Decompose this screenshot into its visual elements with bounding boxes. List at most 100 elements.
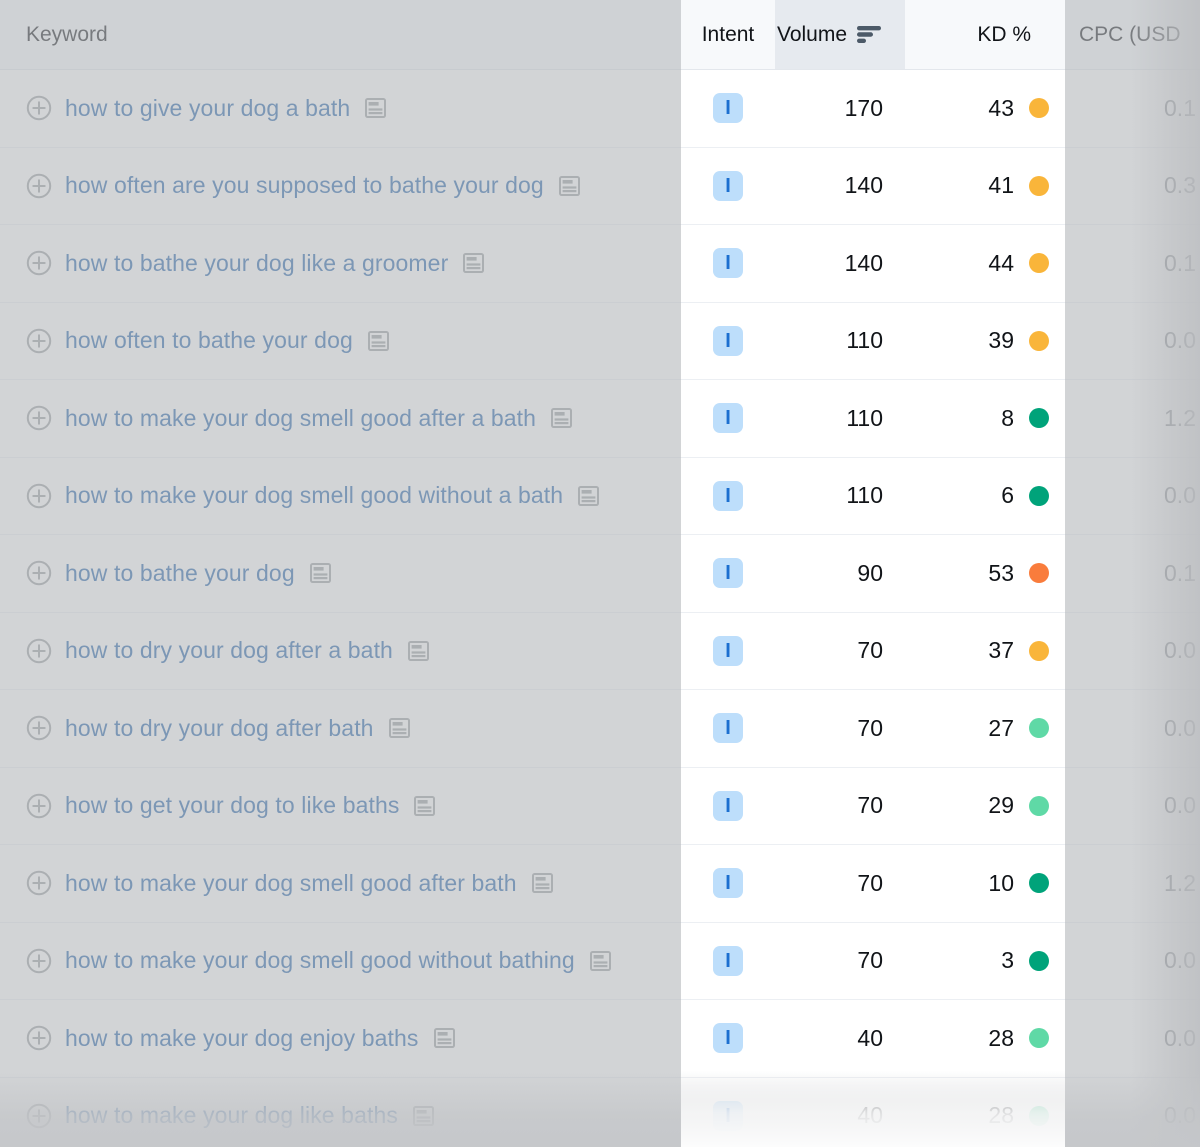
kd-value: 39 <box>988 327 1014 354</box>
intent-badge[interactable]: I <box>713 403 743 434</box>
keyword-link[interactable]: how to dry your dog after a bath <box>65 637 393 664</box>
serp-overview-icon[interactable] <box>363 98 387 119</box>
cpc-cell: 0.0 <box>1065 690 1200 767</box>
add-keyword-icon[interactable] <box>26 793 52 819</box>
keyword-link[interactable]: how to make your dog smell good after ba… <box>65 870 517 897</box>
add-keyword-icon[interactable] <box>26 870 52 896</box>
table-row[interactable]: how to bathe your dog like a groomer I 140… <box>0 225 1200 303</box>
column-header-kd[interactable]: KD % <box>905 0 1065 69</box>
volume-value: 70 <box>857 637 883 664</box>
add-keyword-icon[interactable] <box>26 405 52 431</box>
column-header-keyword[interactable]: Keyword <box>0 0 681 69</box>
serp-overview-icon[interactable] <box>366 330 389 351</box>
serp-overview-icon[interactable] <box>588 950 611 971</box>
intent-badge[interactable]: I <box>713 480 743 511</box>
serp-overview-icon[interactable] <box>530 873 553 894</box>
serp-overview-icon[interactable] <box>461 253 485 274</box>
intent-badge[interactable]: I <box>713 635 743 666</box>
intent-badge[interactable]: I <box>713 325 743 356</box>
volume-cell: 40 <box>775 1000 905 1077</box>
kd-difficulty-dot <box>1029 1028 1049 1049</box>
volume-value: 140 <box>844 249 883 276</box>
table-row[interactable]: how to get your dog to like baths I 70 29 0.… <box>0 767 1200 845</box>
keyword-link[interactable]: how to get your dog to like baths <box>65 792 399 819</box>
add-keyword-icon[interactable] <box>26 483 52 509</box>
serp-overview-icon[interactable] <box>549 408 573 429</box>
intent-cell: I <box>681 380 775 457</box>
keyword-link[interactable]: how to make your dog smell good after a … <box>65 405 536 432</box>
table-row[interactable]: how to make your dog like baths I 40 28 0.0 <box>0 1077 1200 1147</box>
serp-overview-icon[interactable] <box>411 1105 434 1126</box>
column-header-keyword-label: Keyword <box>26 22 108 46</box>
keyword-link[interactable]: how to make your dog smell good without … <box>65 947 575 974</box>
add-keyword-icon[interactable] <box>26 638 52 664</box>
cpc-cell: 0.3 <box>1065 148 1200 225</box>
column-header-kd-label: KD % <box>977 22 1031 46</box>
intent-badge[interactable]: I <box>713 790 743 821</box>
add-keyword-icon[interactable] <box>26 95 52 121</box>
keyword-link[interactable]: how to give your dog a bath <box>65 95 350 122</box>
table-row[interactable]: how to make your dog smell good after a … <box>0 380 1200 458</box>
keyword-link[interactable]: how to bathe your dog <box>65 560 295 587</box>
table-row[interactable]: how to bathe your dog I 90 53 0.1 <box>0 535 1200 613</box>
intent-cell: I <box>681 70 775 147</box>
table-row[interactable]: how to dry your dog after bath I 70 27 0.0 <box>0 690 1200 768</box>
volume-value: 110 <box>846 404 883 431</box>
keyword-cell: how often to bathe your dog <box>0 303 681 380</box>
keyword-link[interactable]: how to make your dog enjoy baths <box>65 1025 419 1052</box>
keyword-link[interactable]: how to bathe your dog like a groomer <box>65 250 448 277</box>
intent-badge[interactable]: I <box>713 93 743 124</box>
keyword-link[interactable]: how to make your dog like baths <box>65 1102 398 1129</box>
cpc-value: 0.0 <box>1164 637 1196 664</box>
add-keyword-icon[interactable] <box>26 173 52 199</box>
table-row[interactable]: how often are you supposed to bathe your… <box>0 147 1200 225</box>
keyword-cell: how to get your dog to like baths <box>0 768 681 845</box>
column-header-cpc[interactable]: CPC (USD <box>1065 0 1200 69</box>
keyword-link[interactable]: how often to bathe your dog <box>65 327 353 354</box>
intent-badge[interactable]: I <box>713 868 743 899</box>
volume-value: 140 <box>844 172 883 199</box>
kd-cell: 39 <box>905 303 1065 380</box>
intent-badge[interactable]: I <box>713 1023 743 1054</box>
column-header-volume[interactable]: Volume <box>775 0 905 69</box>
keyword-link[interactable]: how often are you supposed to bathe your… <box>65 172 544 199</box>
cpc-value: 0.0 <box>1164 792 1196 819</box>
cpc-value: 0.0 <box>1164 482 1196 509</box>
table-row[interactable]: how to give your dog a bath I 170 43 0.1 <box>0 70 1200 148</box>
intent-badge[interactable]: I <box>713 248 743 279</box>
table-row[interactable]: how to dry your dog after a bath I 70 37 0.0 <box>0 612 1200 690</box>
intent-badge[interactable]: I <box>713 558 743 589</box>
keyword-link[interactable]: how to dry your dog after bath <box>65 715 374 742</box>
serp-overview-icon[interactable] <box>412 795 436 816</box>
table-row[interactable]: how to make your dog smell good without … <box>0 457 1200 535</box>
volume-value: 70 <box>857 869 883 896</box>
serp-overview-icon[interactable] <box>308 563 331 584</box>
intent-badge[interactable]: I <box>713 1100 743 1131</box>
table-row[interactable]: how to make your dog enjoy baths I 40 28 0.0 <box>0 1000 1200 1078</box>
intent-badge[interactable]: I <box>713 713 743 744</box>
serp-overview-icon[interactable] <box>557 175 580 196</box>
column-header-intent[interactable]: Intent <box>681 0 775 69</box>
serp-overview-icon[interactable] <box>576 485 600 506</box>
cpc-value: 0.0 <box>1164 947 1196 974</box>
serp-overview-icon[interactable] <box>406 640 429 661</box>
add-keyword-icon[interactable] <box>26 715 52 741</box>
table-row[interactable]: how often to bathe your dog I 110 39 0.0 <box>0 302 1200 380</box>
add-keyword-icon[interactable] <box>26 560 52 586</box>
table-row[interactable]: how to make your dog smell good after ba… <box>0 845 1200 923</box>
keyword-link[interactable]: how to make your dog smell good without … <box>65 482 563 509</box>
add-keyword-icon[interactable] <box>26 1025 52 1051</box>
kd-value: 28 <box>988 1024 1014 1051</box>
add-keyword-icon[interactable] <box>26 1103 52 1129</box>
kd-cell: 10 <box>905 845 1065 922</box>
add-keyword-icon[interactable] <box>26 328 52 354</box>
add-keyword-icon[interactable] <box>26 250 52 276</box>
add-keyword-icon[interactable] <box>26 948 52 974</box>
serp-overview-icon[interactable] <box>387 718 410 739</box>
keyword-cell: how to bathe your dog <box>0 535 681 612</box>
cpc-cell: 0.0 <box>1065 613 1200 690</box>
intent-badge[interactable]: I <box>713 170 743 201</box>
intent-badge[interactable]: I <box>713 945 743 976</box>
serp-overview-icon[interactable] <box>432 1028 455 1049</box>
table-row[interactable]: how to make your dog smell good without … <box>0 922 1200 1000</box>
